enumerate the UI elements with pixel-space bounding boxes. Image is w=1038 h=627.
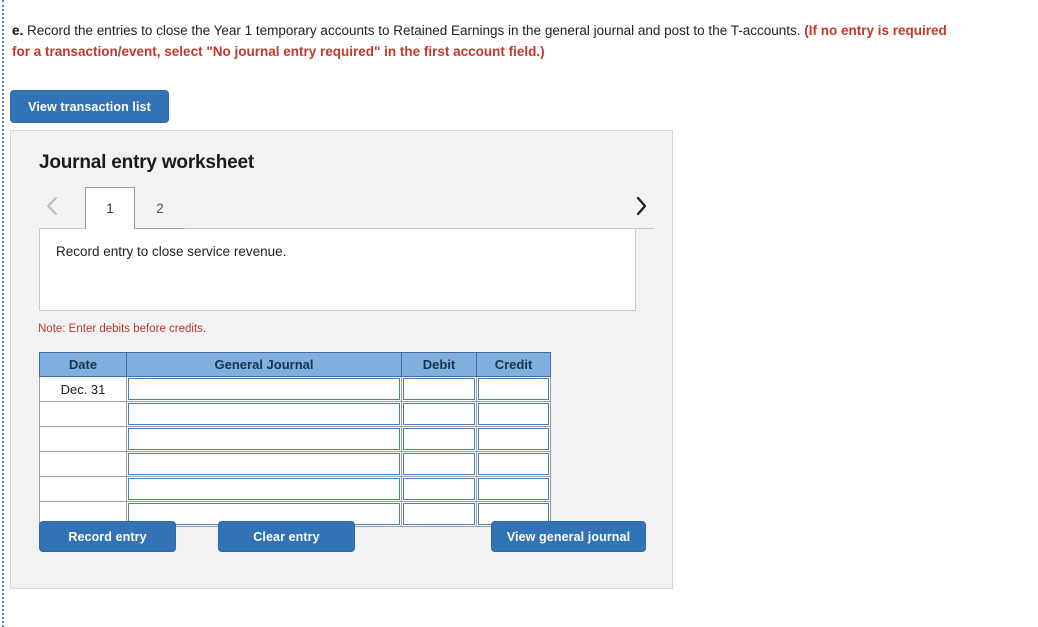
credit-input[interactable] (478, 478, 549, 500)
credit-input-cell[interactable] (476, 376, 551, 402)
table-row (39, 476, 551, 502)
table-row: Dec. 31 (39, 376, 551, 402)
journal-entry-worksheet-panel: Journal entry worksheet 1 2 Record entry… (10, 130, 673, 589)
credit-input-cell[interactable] (476, 426, 551, 452)
debit-input[interactable] (403, 403, 475, 425)
general-journal-input-cell[interactable] (126, 476, 402, 502)
tab-prev-button[interactable] (39, 191, 65, 221)
table-row (39, 401, 551, 427)
general-journal-input[interactable] (128, 453, 400, 475)
credit-input[interactable] (478, 453, 549, 475)
worksheet-tabstrip: 1 2 (39, 187, 654, 229)
debit-input[interactable] (403, 503, 475, 525)
credit-input-cell[interactable] (476, 476, 551, 502)
question-label: e. (12, 23, 24, 38)
general-journal-input-cell[interactable] (126, 376, 402, 402)
worksheet-tab-2-label: 2 (156, 200, 164, 216)
credit-input[interactable] (478, 428, 549, 450)
general-journal-input-cell[interactable] (126, 451, 402, 477)
column-header-credit: Credit (476, 352, 551, 377)
view-transaction-list-button[interactable]: View transaction list (10, 90, 169, 123)
record-entry-button[interactable]: Record entry (39, 521, 176, 552)
table-row (39, 451, 551, 477)
table-row (39, 426, 551, 452)
page-left-rule (2, 0, 4, 627)
debits-before-credits-note: Note: Enter debits before credits. (38, 323, 207, 335)
worksheet-tab-2[interactable]: 2 (135, 187, 185, 229)
debit-input-cell[interactable] (401, 426, 477, 452)
credit-input[interactable] (478, 378, 549, 400)
date-cell[interactable] (39, 401, 127, 427)
question-text: Record the entries to close the Year 1 t… (23, 23, 805, 38)
debit-input[interactable] (403, 453, 475, 475)
date-cell[interactable] (39, 451, 127, 477)
worksheet-title: Journal entry worksheet (39, 152, 255, 173)
worksheet-tab-1-label: 1 (106, 201, 114, 216)
column-header-debit: Debit (401, 352, 477, 377)
column-header-general-journal: General Journal (126, 352, 402, 377)
entry-description-text: Record entry to close service revenue. (56, 244, 287, 259)
debit-input[interactable] (403, 378, 475, 400)
general-journal-input[interactable] (128, 478, 400, 500)
date-cell[interactable] (39, 426, 127, 452)
date-cell[interactable] (39, 476, 127, 502)
debit-input[interactable] (403, 478, 475, 500)
credit-input-cell[interactable] (476, 401, 551, 427)
debit-input-cell[interactable] (401, 401, 477, 427)
chevron-right-icon (633, 194, 649, 218)
general-journal-input[interactable] (128, 403, 400, 425)
question-prompt: e. Record the entries to close the Year … (12, 20, 952, 62)
chevron-left-icon (45, 195, 59, 217)
clear-entry-button[interactable]: Clear entry (218, 521, 355, 552)
general-journal-input-cell[interactable] (126, 401, 402, 427)
credit-input-cell[interactable] (476, 451, 551, 477)
general-journal-input[interactable] (128, 378, 400, 400)
debit-input-cell[interactable] (401, 451, 477, 477)
journal-entry-table: Date General Journal Debit Credit Dec. 3… (39, 352, 551, 527)
general-journal-input[interactable] (128, 428, 400, 450)
credit-input[interactable] (478, 403, 549, 425)
page-root: e. Record the entries to close the Year … (0, 0, 1038, 627)
debit-input-cell[interactable] (401, 376, 477, 402)
tab-next-button[interactable] (628, 191, 654, 221)
journal-table-header-row: Date General Journal Debit Credit (39, 352, 551, 377)
column-header-date: Date (39, 352, 127, 377)
view-general-journal-button[interactable]: View general journal (491, 521, 646, 552)
general-journal-input-cell[interactable] (126, 426, 402, 452)
entry-description-box: Record entry to close service revenue. (39, 228, 636, 311)
debit-input-cell[interactable] (401, 476, 477, 502)
worksheet-tab-1[interactable]: 1 (85, 187, 135, 229)
date-cell: Dec. 31 (39, 376, 127, 402)
debit-input-cell[interactable] (401, 501, 477, 527)
debit-input[interactable] (403, 428, 475, 450)
